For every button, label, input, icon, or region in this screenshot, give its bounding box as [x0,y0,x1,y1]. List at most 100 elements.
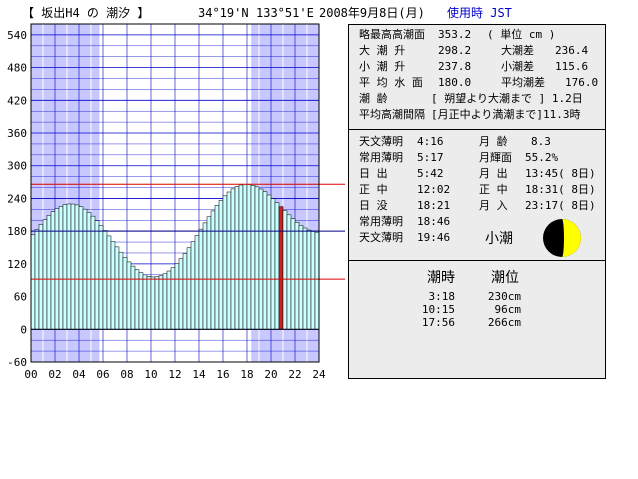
astro-value-2: 13:45( 8日) [525,167,596,180]
info-label-2: ( 単位 cm ) [487,28,556,41]
tide-event-time: 3:18 [428,290,456,303]
tide-bar [242,184,248,330]
x-tick-label: 12 [168,368,181,381]
tide-bar [78,206,84,330]
info-label-2: 大潮差 [501,44,534,57]
x-tick-label: 04 [72,368,86,381]
x-tick-label: 18 [240,368,253,381]
astro-value-2: 23:17( 8日) [525,199,596,212]
astro-value-2: 18:31( 8日) [525,183,596,196]
tide-bar [218,200,224,330]
astro-label-2: 正 中 [479,183,508,196]
info-label-2: 平均潮差 [501,76,545,89]
tide-bar [30,234,36,330]
tide-bar [114,246,120,330]
astro-value-2: 8.3 [531,135,551,148]
tide-bar [178,258,184,330]
astro-label-2: 月輝面 [479,151,512,164]
tide-bar [194,235,200,330]
tide-bar [58,206,64,330]
tide-event-time: 10:15 [421,303,455,316]
y-tick-label: 540 [7,29,27,42]
y-tick-label: 60 [14,291,27,304]
tide-bar [262,191,268,330]
astro-label: 正 中 [359,183,388,196]
tide-bar [298,225,304,330]
astro-value: 19:46 [417,231,451,244]
x-tick-label: 24 [312,368,326,381]
info-value: 237.8 [438,60,472,73]
tide-bar [110,241,116,330]
tide-bar [62,204,68,330]
tide-bar [102,230,108,330]
tide-bar [70,203,76,330]
tide-bar [122,256,128,330]
info-label-2: 小潮差 [501,60,534,73]
tide-bar [210,210,216,330]
x-tick-label: 08 [120,368,133,381]
tide-bar [106,235,112,330]
astro-label: 常用薄明 [359,215,403,228]
x-tick-label: 00 [24,368,37,381]
tide-level-header: 潮位 [491,270,519,286]
y-tick-label: 0 [20,323,27,336]
tide-bar [150,276,156,330]
tide-bar [246,184,252,330]
tide-bar [286,214,292,330]
tide-bar [238,184,244,330]
info-value: 298.2 [438,44,472,57]
astro-label: 常用薄明 [359,151,403,164]
info-label: 略最高高潮面 [359,28,425,41]
tide-bar [54,208,60,330]
tide-bar [130,265,136,330]
tide-bar [158,275,164,330]
moon-phase-label: 小潮 [485,231,513,247]
tide-bar [254,186,260,330]
astro-panel: 天文薄明 4:16 月 齢 8.3 常用薄明 5:17 月輝面 55.2% 日 … [348,129,606,261]
tide-bar [258,188,264,330]
info-label: 平均高潮間隔 [359,108,425,121]
tide-bar [226,191,232,330]
y-tick-label: 180 [7,225,27,238]
astro-label: 天文薄明 [359,135,403,148]
astro-value: 5:17 [417,151,444,164]
astro-label-2: 月 入 [479,199,508,212]
tide-bar [66,203,72,330]
x-tick-label: 16 [216,368,229,381]
astro-label: 日 出 [359,167,388,180]
tide-bar [46,215,52,330]
tide-bar [118,251,124,330]
tide-bar [250,185,256,330]
y-tick-label: 120 [7,258,27,271]
tide-bar [98,225,104,330]
tide-bar [42,219,48,330]
tide-bar [310,231,316,330]
astro-value: 4:16 [417,135,444,148]
astro-value: 18:21 [417,199,451,212]
tide-event-row: 17:56 266cm [349,316,605,329]
tide-panel: 潮時 潮位 3:18 230cm 10:15 96cm 17:56 266cm [348,260,606,379]
astro-value: 5:42 [417,167,444,180]
tide-bar [290,218,296,330]
tide-bar [214,205,220,330]
tide-bar [166,270,172,330]
tide-event-level: 266cm [487,316,521,329]
info-value: [ 朔望より大潮まで ] 1.2日 [431,92,583,105]
info-label: 大 潮 升 [359,44,406,57]
tide-bar [314,231,320,330]
tide-bar [206,216,212,330]
y-tick-label: 480 [7,62,27,75]
tide-bar [74,204,80,330]
x-tick-label: 10 [144,368,157,381]
moon-phase-icon [543,219,581,257]
tide-bar [222,195,228,330]
time-zone: 使用時 JST [447,6,512,20]
tide-bar [278,206,284,330]
astro-label-2: 月 齢 [479,135,508,148]
tide-bar [186,247,192,330]
info-value: 353.2 [438,28,472,41]
tide-bar [270,198,276,330]
tide-bar [230,188,236,330]
tide-bar [126,261,132,330]
tide-bar [274,202,280,330]
